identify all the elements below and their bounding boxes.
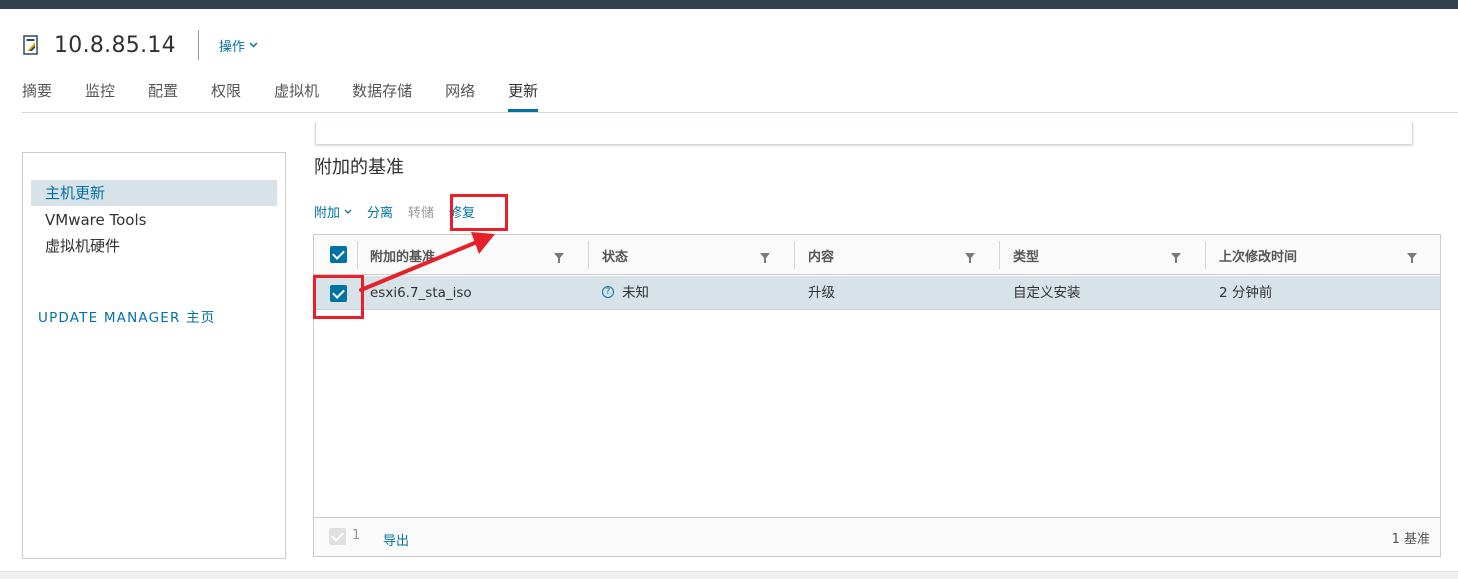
sidebar-item-vmware-tools[interactable]: VMware Tools xyxy=(31,207,277,233)
actions-label: 操作 xyxy=(218,39,245,55)
section-title: 附加的基准 xyxy=(314,157,404,178)
host-icon xyxy=(22,35,40,55)
column-header-last-modified[interactable]: 上次修改时间 xyxy=(1219,235,1297,275)
updates-sidebar: 主机更新 VMware Tools 虚拟机硬件 UPDATE MANAGER 主… xyxy=(22,152,286,559)
chevron-down-icon xyxy=(344,207,352,217)
column-divider xyxy=(999,241,1000,269)
footer-select-checkbox xyxy=(329,528,346,545)
attach-button[interactable]: 附加 xyxy=(314,202,352,221)
tab-monitor[interactable]: 监控 xyxy=(85,78,115,112)
tab-networks[interactable]: 网络 xyxy=(445,78,475,112)
object-tabs: 摘要 监控 配置 权限 虚拟机 数据存储 网络 更新 xyxy=(22,78,571,112)
bottom-edge xyxy=(0,571,1458,579)
column-divider xyxy=(1205,241,1206,269)
filter-icon[interactable] xyxy=(1407,249,1417,263)
cell-type: 自定义安装 xyxy=(1013,285,1081,301)
filter-icon[interactable] xyxy=(965,249,975,263)
chevron-down-icon xyxy=(249,40,258,51)
tab-vms[interactable]: 虚拟机 xyxy=(274,78,319,112)
sidebar-item-vm-hardware[interactable]: 虚拟机硬件 xyxy=(31,233,277,259)
stage-button[interactable]: 转储 xyxy=(408,202,434,221)
header-divider xyxy=(197,30,199,60)
tab-updates[interactable]: 更新 xyxy=(508,78,539,112)
select-all-checkbox[interactable] xyxy=(330,246,347,263)
filter-icon[interactable] xyxy=(1171,249,1181,263)
annotation-box-remediate xyxy=(450,194,508,231)
column-header-status[interactable]: 状态 xyxy=(602,235,628,275)
tab-datastores[interactable]: 数据存储 xyxy=(352,78,412,112)
host-title: 10.8.85.14 xyxy=(54,32,176,58)
column-divider xyxy=(794,241,795,269)
cell-content: 升级 xyxy=(808,285,835,301)
export-link[interactable]: 导出 xyxy=(383,530,409,549)
filter-icon[interactable] xyxy=(760,249,770,263)
tab-permissions[interactable]: 权限 xyxy=(211,78,241,112)
column-divider xyxy=(588,241,589,269)
detach-button[interactable]: 分离 xyxy=(367,202,393,221)
status-text: 未知 xyxy=(622,285,649,301)
object-header: 10.8.85.14 操作 xyxy=(22,28,258,62)
tab-configure[interactable]: 配置 xyxy=(148,78,178,112)
attach-label: 附加 xyxy=(314,206,341,221)
annotation-arrow xyxy=(359,232,495,292)
actions-menu[interactable]: 操作 xyxy=(219,36,258,55)
column-header-type[interactable]: 类型 xyxy=(1013,235,1039,275)
top-bar xyxy=(0,0,1458,9)
column-header-content[interactable]: 内容 xyxy=(808,235,834,275)
filter-icon[interactable] xyxy=(554,249,564,263)
cell-status: ? 未知 xyxy=(602,276,649,310)
grid-footer: 1 导出 1 基准 xyxy=(314,517,1440,556)
cell-last-modified: 2 分钟前 xyxy=(1219,285,1273,301)
upper-panel xyxy=(315,122,1413,145)
sidebar-item-host-updates[interactable]: 主机更新 xyxy=(31,180,277,206)
tab-summary[interactable]: 摘要 xyxy=(22,78,52,112)
tabs-divider xyxy=(22,112,1458,113)
total-count: 1 基准 xyxy=(1391,532,1430,547)
question-icon: ? xyxy=(602,286,614,298)
update-manager-home-link[interactable]: UPDATE MANAGER 主页 xyxy=(38,306,215,326)
selected-count: 1 xyxy=(352,528,361,543)
